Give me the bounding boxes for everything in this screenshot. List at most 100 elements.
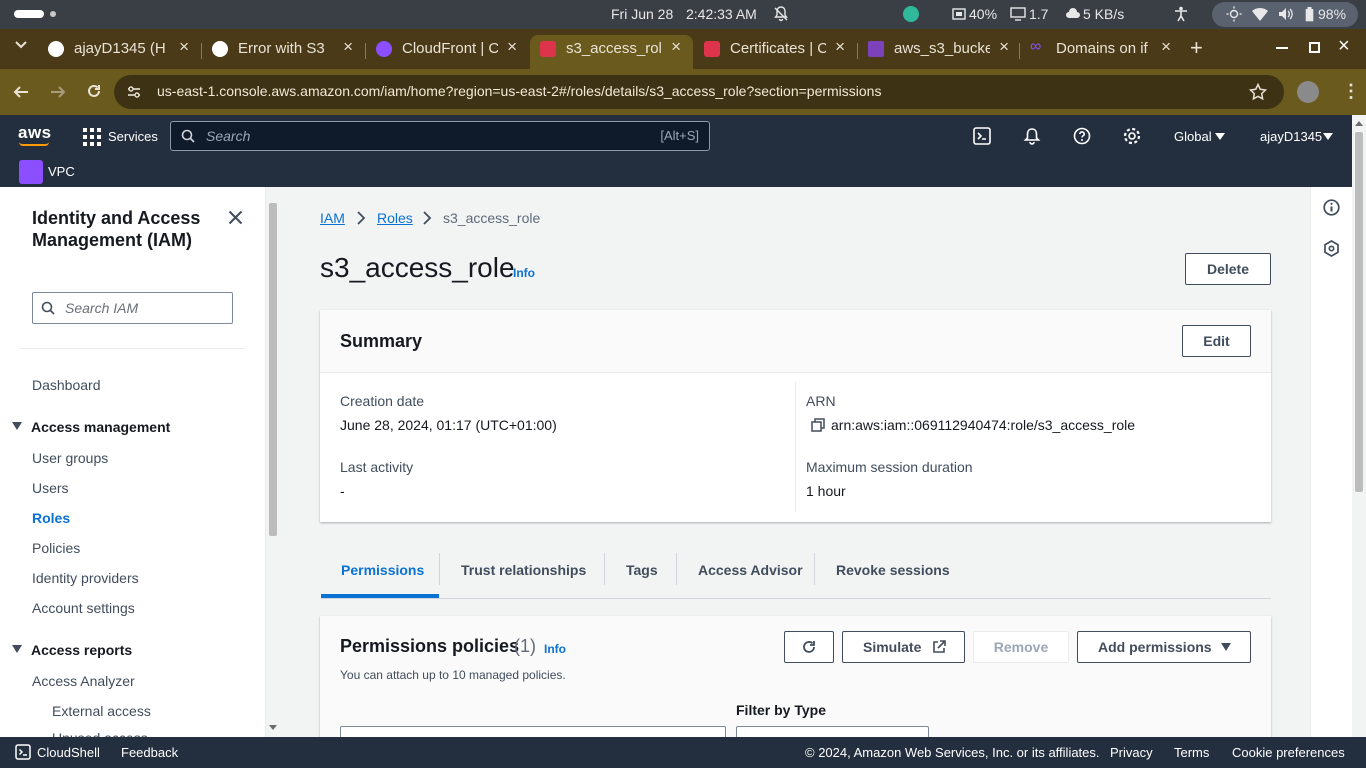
aws-search-input[interactable]: Search [Alt+S]	[170, 121, 710, 151]
sidebar-scrollbar[interactable]	[266, 187, 280, 737]
privacy-link[interactable]: Privacy	[1110, 745, 1153, 760]
sidebar-item-dashboard[interactable]: Dashboard	[32, 377, 101, 393]
chatgpt-icon	[212, 41, 228, 57]
site-info-icon[interactable]	[126, 84, 142, 100]
accessibility-icon[interactable]	[1174, 6, 1188, 22]
tab-permissions[interactable]: Permissions	[341, 562, 424, 578]
forward-icon[interactable]	[50, 84, 66, 100]
browser-tab[interactable]: Certificates | C ×	[694, 35, 857, 69]
sidebar-title[interactable]: Identity and Access Management (IAM)	[32, 207, 212, 251]
refresh-button[interactable]	[784, 631, 834, 663]
vpc-favorite-link[interactable]: VPC	[48, 164, 75, 179]
collapse-caret-icon[interactable]	[12, 645, 22, 653]
cookie-preferences-link[interactable]: Cookie preferences	[1232, 745, 1345, 760]
permissions-info-link[interactable]: Info	[544, 642, 566, 656]
close-window-icon[interactable]: ×	[1338, 35, 1350, 58]
sidebar-scroll-thumb[interactable]	[269, 203, 277, 536]
bell-icon[interactable]	[773, 6, 789, 22]
caret-down-icon	[1221, 643, 1231, 651]
workspace-dot-icon[interactable]	[50, 11, 56, 17]
profile-avatar[interactable]	[1297, 81, 1319, 103]
cloudshell-icon[interactable]	[973, 127, 991, 145]
resources-panel-icon[interactable]	[1323, 240, 1340, 257]
url-text[interactable]: us-east-1.console.aws.amazon.com/iam/hom…	[157, 83, 881, 99]
reload-icon[interactable]	[86, 83, 102, 99]
policy-search-input[interactable]	[340, 726, 726, 737]
feedback-link[interactable]: Feedback	[121, 745, 178, 760]
sidebar-item-external-access[interactable]: External access	[52, 703, 151, 719]
notifications-bell-icon[interactable]	[1023, 127, 1041, 145]
tab-tags[interactable]: Tags	[626, 562, 658, 578]
sidebar-section-access-reports[interactable]: Access reports	[31, 642, 132, 658]
sidebar-item-roles[interactable]: Roles	[32, 510, 70, 526]
sidebar-item-access-analyzer[interactable]: Access Analyzer	[32, 673, 135, 689]
close-tab-icon[interactable]: ×	[1161, 37, 1171, 57]
services-grid-icon[interactable]	[83, 128, 101, 146]
collapse-caret-icon[interactable]	[12, 422, 22, 430]
browser-tab-active[interactable]: s3_access_rol ×	[530, 35, 693, 69]
minimize-window-icon[interactable]	[1276, 47, 1288, 49]
grammar-app-icon[interactable]	[903, 6, 919, 22]
page-info-link[interactable]: Info	[513, 266, 535, 280]
vpc-service-icon[interactable]	[19, 160, 43, 184]
settings-gear-icon[interactable]	[1123, 127, 1141, 145]
breadcrumb-roles[interactable]: Roles	[377, 210, 413, 226]
close-tab-icon[interactable]: ×	[999, 37, 1009, 57]
sidebar-item-unused-access[interactable]: Unused access	[52, 730, 148, 737]
help-icon[interactable]	[1073, 127, 1091, 145]
add-permissions-button[interactable]: Add permissions	[1077, 631, 1251, 663]
tab-access-advisor[interactable]: Access Advisor	[698, 562, 803, 578]
sidebar-item-account-settings[interactable]: Account settings	[32, 600, 135, 616]
page-scroll-thumb[interactable]	[1355, 132, 1363, 492]
simulate-button[interactable]: Simulate	[842, 631, 965, 663]
cloudshell-link[interactable]: CloudShell	[37, 745, 100, 760]
services-menu-label[interactable]: Services	[108, 129, 158, 144]
remove-button[interactable]: Remove	[973, 631, 1069, 663]
search-shortcut: [Alt+S]	[660, 128, 699, 143]
breadcrumb-iam[interactable]: IAM	[320, 210, 345, 226]
maximize-window-icon[interactable]	[1309, 42, 1320, 53]
system-status-group[interactable]: 98%	[1212, 2, 1358, 27]
close-tab-icon[interactable]: ×	[179, 37, 189, 57]
sidebar-item-users[interactable]: Users	[32, 480, 69, 496]
info-panel-icon[interactable]	[1323, 199, 1340, 216]
browser-tab[interactable]: CloudFront | C ×	[366, 35, 529, 69]
close-tab-icon[interactable]: ×	[671, 37, 681, 57]
close-tab-icon[interactable]: ×	[343, 37, 353, 57]
close-sidebar-icon[interactable]	[228, 210, 243, 225]
region-selector[interactable]: Global	[1174, 129, 1212, 144]
browser-tab[interactable]: Error with S3 ×	[202, 35, 365, 69]
aws-logo[interactable]: aws	[18, 123, 52, 143]
scroll-down-icon[interactable]	[269, 725, 277, 730]
page-scrollbar[interactable]	[1352, 115, 1366, 737]
os-time[interactable]: 2:42:33 AM	[686, 6, 757, 22]
sidebar-item-identity-providers[interactable]: Identity providers	[32, 570, 139, 586]
tab-trust-relationships[interactable]: Trust relationships	[461, 562, 586, 578]
edit-button[interactable]: Edit	[1182, 325, 1251, 357]
account-menu[interactable]: ajayD1345	[1260, 129, 1322, 144]
browser-tab[interactable]: aws_s3_bucke ×	[858, 35, 1021, 69]
tab-revoke-sessions[interactable]: Revoke sessions	[836, 562, 950, 578]
browser-tab[interactable]: ∞ Domains on if ×	[1020, 35, 1183, 69]
sidebar-item-user-groups[interactable]: User groups	[32, 450, 108, 466]
cloudshell-footer-icon[interactable]	[15, 744, 31, 760]
address-bar[interactable]: us-east-1.console.aws.amazon.com/iam/hom…	[114, 75, 1284, 109]
workspace-indicator-icon[interactable]	[14, 10, 44, 18]
sidebar-item-policies[interactable]: Policies	[32, 540, 80, 556]
new-tab-icon[interactable]: +	[1190, 35, 1203, 61]
terms-link[interactable]: Terms	[1174, 745, 1209, 760]
delete-button[interactable]: Delete	[1185, 253, 1271, 285]
os-date[interactable]: Fri Jun 28	[611, 6, 673, 22]
close-tab-icon[interactable]: ×	[507, 37, 517, 57]
tab-search-icon[interactable]	[14, 37, 28, 51]
scroll-up-icon[interactable]	[1355, 121, 1363, 126]
browser-menu-icon[interactable]: ⋮	[1342, 81, 1360, 102]
bookmark-star-icon[interactable]	[1249, 83, 1267, 101]
back-icon[interactable]	[13, 84, 29, 100]
browser-tab[interactable]: ajayD1345 (H ×	[38, 35, 201, 69]
copy-icon[interactable]	[811, 418, 825, 432]
filter-type-select[interactable]	[736, 726, 929, 737]
search-iam-input[interactable]: Search IAM	[32, 292, 233, 324]
close-tab-icon[interactable]: ×	[835, 37, 845, 57]
sidebar-section-access-management[interactable]: Access management	[31, 419, 170, 435]
